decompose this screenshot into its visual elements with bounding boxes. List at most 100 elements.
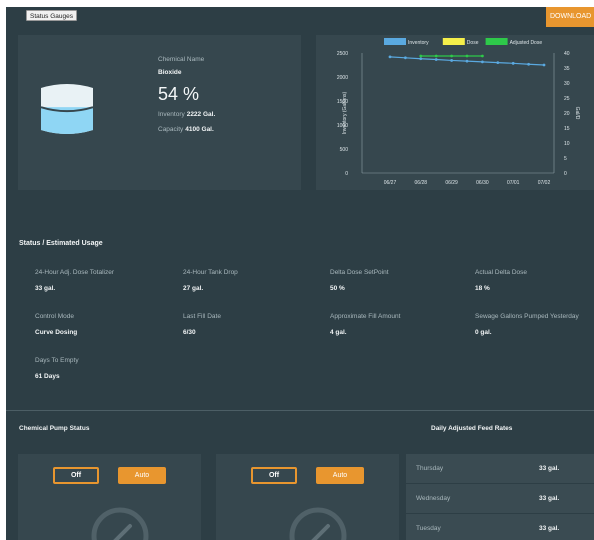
y-right-tick: 0 bbox=[564, 171, 567, 177]
stat-label: Control Mode bbox=[35, 313, 75, 320]
series-point bbox=[434, 54, 438, 58]
tank-percent: 54 % bbox=[158, 84, 200, 104]
stat-label: Sewage Gallons Pumped Yesterday bbox=[475, 313, 579, 320]
stat-actual-delta-dose: Actual Delta Dose 18 % bbox=[475, 269, 527, 292]
stat-value: 27 gal. bbox=[183, 285, 204, 292]
y-right-tick: 20 bbox=[564, 111, 570, 117]
series-point bbox=[481, 60, 484, 64]
feed-rate-row: Wednesday 33 gal. bbox=[406, 484, 594, 514]
stat-value: 6/30 bbox=[183, 329, 196, 336]
y-right-tick: 10 bbox=[564, 141, 570, 147]
pump-1-off-button[interactable]: Off bbox=[53, 467, 99, 484]
series-point bbox=[465, 59, 469, 63]
status-gauges-tab[interactable]: Status Gauges bbox=[26, 10, 77, 21]
feed-rate-day: Tuesday bbox=[416, 525, 441, 532]
inventory-line: Inventory 2222 Gal. bbox=[158, 111, 215, 118]
series-point bbox=[419, 54, 423, 58]
series-point bbox=[496, 61, 500, 64]
series-point bbox=[465, 54, 469, 58]
stat-sewage-gallons: Sewage Gallons Pumped Yesterday 0 gal. bbox=[475, 313, 579, 336]
pump-card-1: Off Auto bbox=[18, 454, 201, 540]
stat-last-fill-date: Last Fill Date 6/30 bbox=[183, 313, 221, 336]
capacity-value: 4100 Gal. bbox=[185, 126, 214, 133]
section-divider bbox=[6, 410, 594, 411]
legend-swatch bbox=[485, 38, 508, 45]
stat-adj-dose-totalizer: 24-Hour Adj. Dose Totalizer 33 gal. bbox=[35, 269, 114, 292]
inventory-chart-card: Inventory Dose Adjusted Dose 2500 2000 15 0 0 10… bbox=[316, 35, 594, 190]
feed-rate-day: Wednesday bbox=[416, 495, 451, 502]
legend-swatch bbox=[384, 38, 406, 45]
series-point bbox=[404, 56, 407, 60]
pump-dial-icon bbox=[91, 507, 149, 540]
stat-days-to-empty: Days To Empty 61 Days bbox=[35, 357, 79, 380]
y-right-tick: 35 bbox=[564, 66, 570, 72]
pump-1-auto-button[interactable]: Auto bbox=[118, 467, 166, 484]
x-tick: 07/01 bbox=[507, 180, 520, 186]
feed-rate-value: 33 gal. bbox=[539, 495, 560, 502]
series-point bbox=[450, 59, 453, 62]
series-point bbox=[434, 58, 438, 61]
pump-2-auto-button[interactable]: Auto bbox=[316, 467, 364, 484]
inventory-chart: Inventory Dose Adjusted Dose 2500 2000 15 0 0 10… bbox=[337, 38, 580, 186]
series-point bbox=[542, 63, 546, 67]
x-tick: 07/02 bbox=[538, 180, 551, 186]
y-left-tick: 0 bbox=[345, 171, 348, 177]
y-right-tick: 40 bbox=[564, 51, 570, 57]
series-point bbox=[450, 54, 453, 58]
tank-icon bbox=[40, 84, 94, 134]
series-point bbox=[388, 55, 392, 59]
x-tick: 06/30 bbox=[476, 180, 489, 186]
y-left-tick: 500 bbox=[340, 147, 349, 153]
y-right-tick: 5 bbox=[564, 156, 567, 162]
stat-label: Days To Empty bbox=[35, 357, 79, 364]
dashboard: Status Gauges DOWNLOAD Chemical Name Bio… bbox=[6, 7, 594, 540]
feed-rate-value: 33 gal. bbox=[539, 465, 560, 472]
feed-rate-row: Thursday 33 gal. bbox=[406, 454, 594, 484]
stat-delta-dose-setpoint: Delta Dose SetPoint 50 % bbox=[330, 269, 389, 292]
stat-control-mode: Control Mode Curve Dosing bbox=[35, 313, 77, 336]
y-right-tick: 25 bbox=[564, 96, 570, 102]
stat-label: Approximate Fill Amount bbox=[330, 313, 401, 320]
chemical-info: Chemical Name Bioxide 54 % Inventory 222… bbox=[158, 56, 215, 133]
stat-value: Curve Dosing bbox=[35, 329, 78, 336]
pump-card-2: Off Auto bbox=[216, 454, 399, 540]
feed-rates-table: Thursday 33 gal. Wednesday 33 gal. Tuesd… bbox=[406, 454, 594, 540]
capacity-label: Capacity bbox=[158, 126, 184, 133]
pump-2-off-button[interactable]: Off bbox=[251, 467, 297, 484]
legend-label: Inventory bbox=[408, 40, 429, 46]
status-section-title: Status / Estimated Usage bbox=[19, 240, 103, 247]
series-point bbox=[511, 61, 515, 65]
series-point bbox=[527, 62, 530, 66]
inventory-value: 2222 Gal. bbox=[186, 111, 216, 118]
y-right-tick: 30 bbox=[564, 81, 570, 87]
pump-section-title: Chemical Pump Status bbox=[19, 425, 90, 432]
stat-label: 24-Hour Adj. Dose Totalizer bbox=[35, 269, 115, 276]
stat-value: 50 % bbox=[330, 285, 345, 292]
feed-rate-row: Tuesday 33 gal. bbox=[406, 514, 594, 540]
stat-label: 24-Hour Tank Drop bbox=[183, 269, 238, 276]
feed-rate-value: 33 gal. bbox=[539, 525, 560, 532]
feed-rates-title: Daily Adjusted Feed Rates bbox=[431, 425, 513, 432]
stat-label: Last Fill Date bbox=[183, 313, 221, 320]
x-tick: 06/28 bbox=[415, 180, 428, 186]
stat-value: 61 Days bbox=[35, 373, 60, 380]
tank-card: Chemical Name Bioxide 54 % Inventory 222… bbox=[18, 35, 301, 190]
x-tick: 06/29 bbox=[445, 180, 458, 186]
download-button[interactable]: DOWNLOAD bbox=[546, 7, 594, 27]
stat-label: Delta Dose SetPoint bbox=[330, 269, 389, 276]
legend-label: Dose bbox=[467, 40, 479, 46]
stat-value: 0 gal. bbox=[475, 329, 492, 336]
stat-tank-drop: 24-Hour Tank Drop 27 gal. bbox=[183, 269, 238, 292]
chemical-name-value: Bioxide bbox=[158, 69, 182, 76]
inventory-label: Inventory bbox=[158, 111, 185, 118]
stat-value: 4 gal. bbox=[330, 329, 347, 336]
y-left-tick: 2000 bbox=[337, 75, 348, 81]
stat-value: 33 gal. bbox=[35, 285, 56, 292]
legend-label: Adjusted Dose bbox=[510, 40, 543, 46]
stat-value: 18 % bbox=[475, 285, 490, 292]
series-point bbox=[481, 54, 484, 58]
feed-rate-day: Thursday bbox=[416, 465, 444, 472]
pump-dial-icon bbox=[289, 507, 347, 540]
x-tick: 06/27 bbox=[384, 180, 397, 186]
stat-label: Actual Delta Dose bbox=[475, 269, 528, 276]
